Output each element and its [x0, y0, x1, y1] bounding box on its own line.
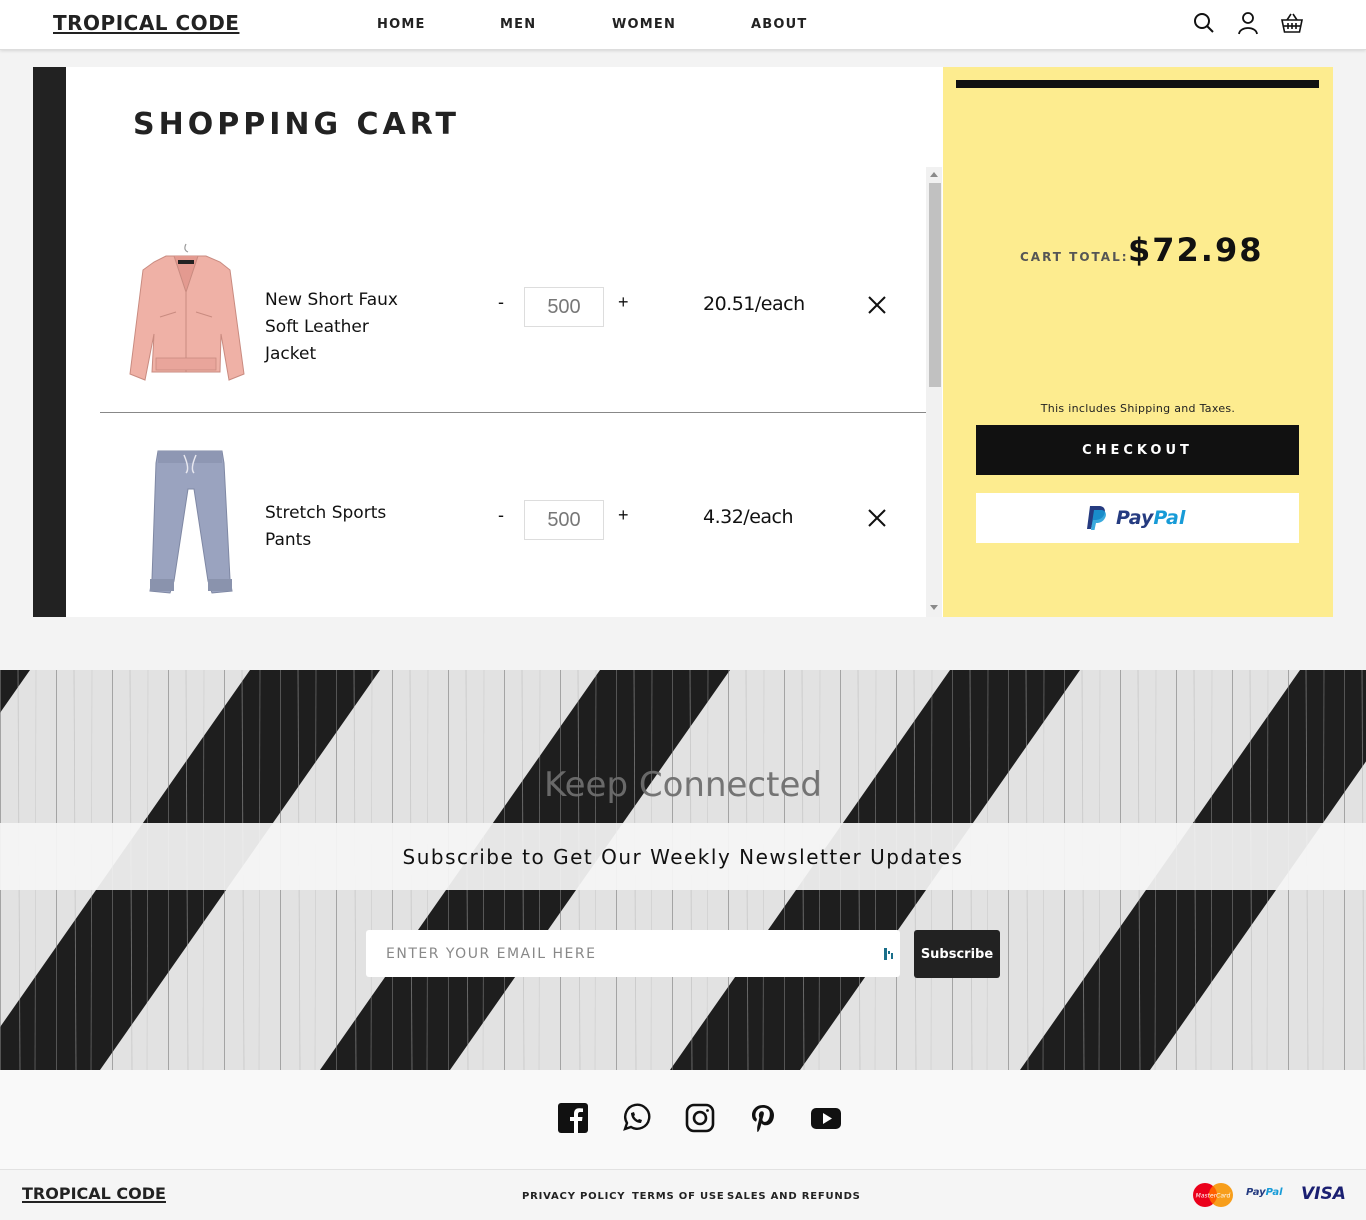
search-icon[interactable] [1192, 11, 1216, 35]
cart-section: SHOPPING CART New Short Faux Soft Leathe… [33, 67, 1333, 617]
cart-panel: SHOPPING CART New Short Faux Soft Leathe… [66, 67, 943, 617]
privacy-policy-link[interactable]: PRIVACY POLICY [522, 1191, 625, 1202]
newsletter-section: Keep Connected Subscribe to Get Our Week… [0, 670, 1366, 1070]
pinterest-icon[interactable] [747, 1102, 779, 1134]
cart-item: Stretch Sports Pants - + 4.32/each [66, 380, 926, 594]
jacket-image [129, 243, 245, 381]
newsletter-subtitle: Subscribe to Get Our Weekly Newsletter U… [402, 845, 964, 869]
youtube-icon[interactable] [810, 1102, 842, 1134]
quantity-input[interactable] [524, 287, 604, 327]
cart-side-bar [33, 67, 66, 617]
cart-summary: CART TOTAL: $72.98 This includes Shippin… [943, 67, 1333, 617]
decrease-qty-button[interactable]: - [498, 292, 504, 313]
cart-items-list[interactable]: New Short Faux Soft Leather Jacket - + 2… [66, 167, 943, 617]
subscribe-button[interactable]: Subscribe [914, 930, 1000, 978]
paypal-label: PayPal [1116, 507, 1186, 529]
cart-title: SHOPPING CART [133, 107, 460, 142]
social-links [0, 1070, 1366, 1170]
nav-home[interactable]: HOME [377, 17, 426, 32]
paypal-button[interactable]: PayPal [976, 493, 1299, 543]
autofill-extension-icon[interactable] [883, 947, 895, 961]
increase-qty-button[interactable]: + [618, 292, 629, 313]
item-price: 20.51/each [703, 293, 805, 315]
nav-men[interactable]: MEN [500, 17, 536, 32]
scroll-up-arrow-icon[interactable] [930, 172, 938, 177]
email-field[interactable] [366, 930, 900, 977]
site-footer: TROPICAL CODE PRIVACY POLICY TERMS OF US… [0, 1169, 1366, 1220]
site-header: TROPICAL CODE HOME MEN WOMEN ABOUT [0, 0, 1366, 50]
item-price: 4.32/each [703, 506, 794, 528]
item-name: Stretch Sports Pants [265, 503, 387, 550]
item-name: New Short Faux Soft Leather Jacket [265, 290, 398, 364]
facebook-icon[interactable] [557, 1102, 589, 1134]
increase-qty-button[interactable]: + [618, 505, 629, 526]
decrease-qty-button[interactable]: - [498, 505, 504, 526]
shipping-tax-note: This includes Shipping and Taxes. [1040, 402, 1236, 415]
cart-scrollbar[interactable] [926, 167, 942, 617]
user-icon[interactable] [1236, 11, 1260, 35]
remove-item-icon[interactable] [866, 507, 888, 529]
newsletter-band: Subscribe to Get Our Weekly Newsletter U… [0, 823, 1366, 890]
pants-image [149, 450, 233, 594]
nav-women[interactable]: WOMEN [612, 17, 676, 32]
nav-about[interactable]: ABOUT [751, 17, 807, 32]
remove-item-icon[interactable] [866, 294, 888, 316]
footer-logo[interactable]: TROPICAL CODE [22, 1184, 166, 1203]
quantity-input[interactable] [524, 500, 604, 540]
checkout-button[interactable]: CHECKOUT [976, 425, 1299, 475]
visa-icon: VISA [1301, 1184, 1346, 1204]
scroll-down-arrow-icon[interactable] [930, 605, 938, 610]
instagram-icon[interactable] [684, 1102, 716, 1134]
scroll-thumb[interactable] [929, 183, 941, 387]
cart-total-label: CART TOTAL: [1020, 250, 1129, 264]
mastercard-icon: MasterCard [1193, 1183, 1233, 1207]
svg-text:MasterCard: MasterCard [1196, 1193, 1231, 1200]
cart-total-value: $72.98 [1128, 231, 1264, 269]
newsletter-heading: Keep Connected [544, 765, 822, 805]
site-logo[interactable]: TROPICAL CODE [53, 11, 239, 35]
whatsapp-icon[interactable] [620, 1102, 652, 1134]
terms-of-use-link[interactable]: TERMS OF USE [632, 1191, 725, 1202]
sales-refunds-link[interactable]: SALES AND REFUNDS [727, 1191, 861, 1202]
basket-icon[interactable] [1280, 11, 1304, 35]
paypal-logo-icon [1087, 506, 1106, 530]
cart-item: New Short Faux Soft Leather Jacket - + 2… [66, 167, 926, 413]
paypal-payment-icon: PayPal [1246, 1187, 1283, 1198]
summary-top-bar [956, 80, 1319, 88]
